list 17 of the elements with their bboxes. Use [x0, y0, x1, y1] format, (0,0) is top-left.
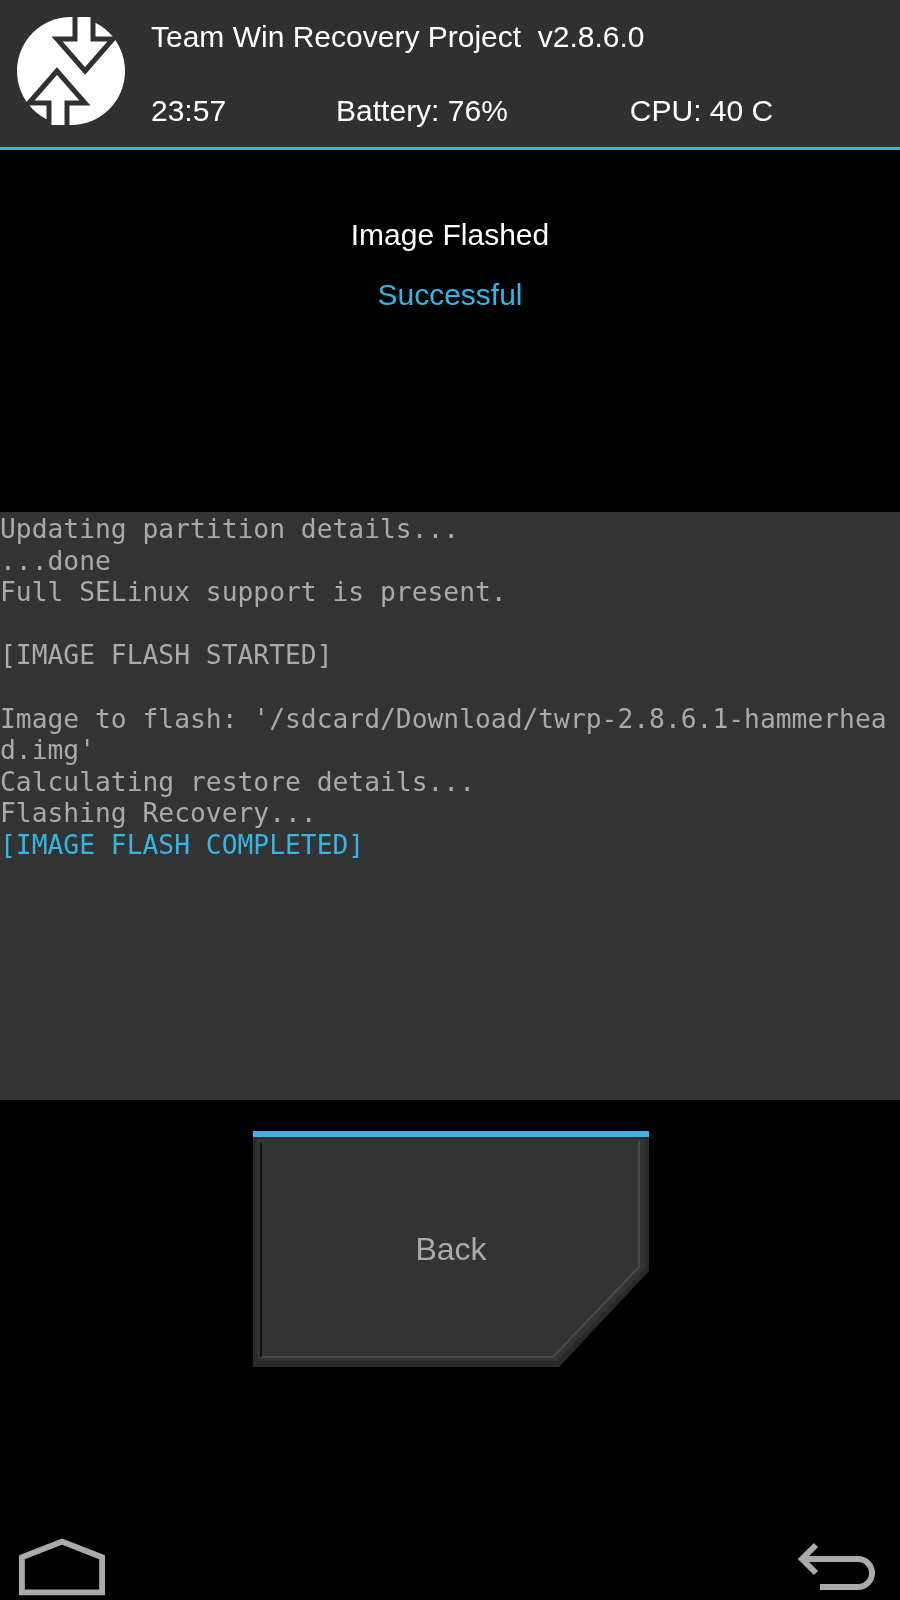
- home-icon[interactable]: [18, 1537, 106, 1597]
- logo-icon: [17, 17, 125, 125]
- app-title: Team Win Recovery Project v2.8.6.0: [151, 20, 646, 54]
- console-line: Image to flash: '/sdcard/Download/twrp-2.8.6.1-hammerhead.img': [0, 702, 888, 767]
- console-line: [IMAGE FLASH STARTED]: [0, 639, 334, 672]
- result-heading: Image Flashed: [350, 218, 550, 252]
- console-line: [IMAGE FLASH COMPLETED]: [0, 829, 366, 862]
- console-line: Calculating restore details...: [0, 766, 476, 799]
- console-line: Flashing Recovery...: [0, 798, 318, 830]
- clock-text: 23:57: [151, 94, 227, 128]
- console-line: ...done: [0, 545, 112, 578]
- cpu-temperature-text: CPU: 40 C: [629, 94, 774, 128]
- console-line: Full SELinux support is present.: [0, 577, 508, 609]
- result-status: Successful: [377, 278, 523, 312]
- back-button[interactable]: Back: [253, 1131, 649, 1367]
- console-line: Updating partition details...: [0, 514, 461, 546]
- battery-text: Battery: 76%: [336, 94, 508, 128]
